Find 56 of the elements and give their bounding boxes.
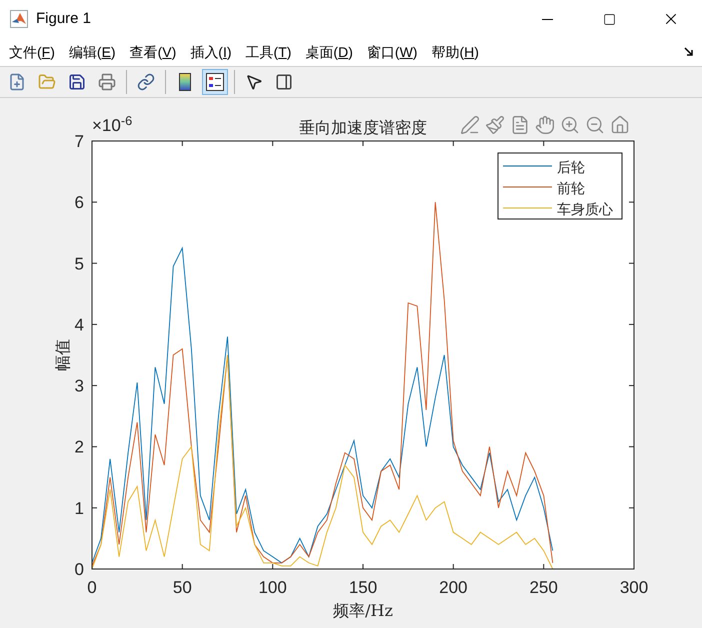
- link-icon: [137, 73, 155, 91]
- x-tick-label: 50: [172, 578, 192, 597]
- legend-label: 前轮: [557, 181, 585, 197]
- axes-toolbar-button[interactable]: [560, 114, 580, 136]
- menu-item[interactable]: 编辑(E): [62, 42, 123, 62]
- menu-item[interactable]: 文件(F): [2, 42, 62, 62]
- colorbar-icon: [179, 73, 191, 91]
- menu-item[interactable]: 插入(I): [183, 42, 239, 62]
- y-axis-label: 幅值: [53, 339, 72, 371]
- legend-label: 后轮: [557, 160, 585, 176]
- legend-icon: [206, 73, 224, 91]
- x-axis-label: 频率/Hz: [333, 601, 393, 620]
- x-tick-label: 200: [439, 578, 468, 597]
- y-tick-label: 5: [74, 254, 84, 274]
- menu-item[interactable]: 查看(V): [122, 42, 184, 62]
- y-tick-label: 0: [74, 560, 84, 579]
- menu-item[interactable]: 桌面(D): [298, 42, 360, 62]
- y-tick-label: 6: [74, 193, 84, 212]
- new-file-icon: [8, 73, 26, 91]
- x-tick-label: 100: [258, 578, 287, 597]
- hand-icon: [535, 115, 555, 135]
- y-tick-label: 2: [74, 438, 84, 457]
- folder-icon: [38, 73, 56, 91]
- y-tick-label: 7: [74, 132, 84, 151]
- x-tick-label: 300: [620, 578, 648, 597]
- y-tick-label: 1: [74, 498, 84, 518]
- legend-label: 车身质心: [557, 202, 613, 218]
- x-tick-label: 250: [529, 578, 558, 597]
- y-tick-label: 3: [74, 376, 84, 396]
- app-logo-icon: [10, 10, 28, 28]
- zoom-in-icon: [560, 115, 580, 135]
- axes-toolbar-button[interactable]: [485, 114, 505, 136]
- save-icon: [68, 73, 86, 91]
- x-tick-label: 0: [87, 578, 97, 597]
- dock-arrow-icon[interactable]: [684, 47, 694, 57]
- home-icon: [610, 115, 630, 135]
- toolbar-button[interactable]: [202, 69, 228, 95]
- pointer-icon: [245, 73, 263, 91]
- axes-toolbar-button[interactable]: [585, 114, 605, 136]
- window-title: Figure 1: [36, 8, 92, 29]
- x-tick-label: 150: [348, 578, 378, 597]
- axis-exponent: ×10$^{-6}$: [92, 116, 132, 135]
- y-tick-label: 4: [74, 315, 84, 334]
- maximize-icon: [602, 12, 616, 26]
- legend-line: [502, 186, 552, 188]
- minimize-icon: [542, 18, 552, 20]
- chart-title: 垂向加速度谱密度: [299, 118, 427, 137]
- axes-toolbar-button[interactable]: [610, 114, 630, 136]
- menu-item[interactable]: 工具(T): [238, 42, 298, 62]
- brush-icon: [485, 115, 505, 135]
- panel-icon: [275, 73, 293, 91]
- menu-item[interactable]: 窗口(W): [360, 42, 424, 62]
- zoom-out-icon: [585, 115, 605, 135]
- axes-toolbar-button[interactable]: [535, 114, 555, 136]
- printer-icon: [98, 73, 116, 91]
- menu-item[interactable]: 帮助(H): [424, 42, 486, 62]
